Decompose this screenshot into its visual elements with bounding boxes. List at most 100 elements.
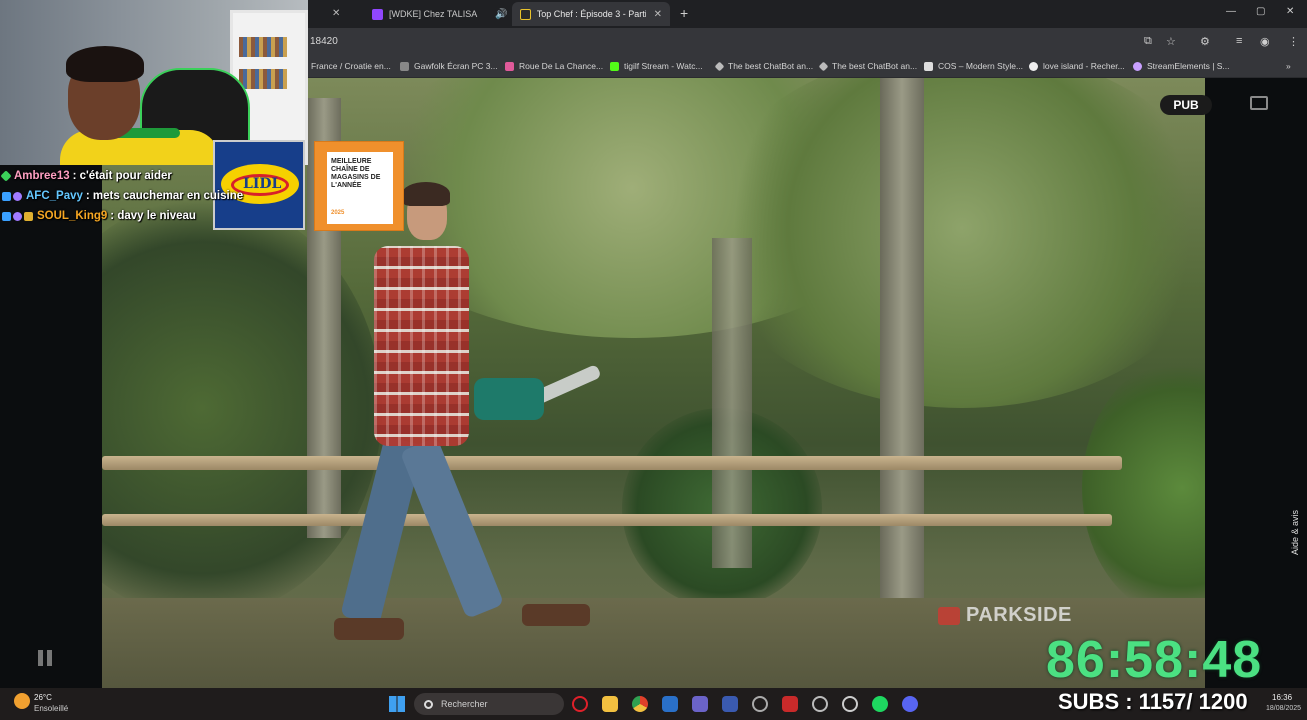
person-boot xyxy=(334,618,404,640)
badge-icon xyxy=(24,211,33,221)
sub-counter: SUBS : 1157/ 1200 xyxy=(1058,689,1248,714)
badge-icon xyxy=(2,211,11,221)
chainsaw-body xyxy=(474,378,544,420)
media-player-icon[interactable] xyxy=(842,696,858,712)
badge-icon xyxy=(0,170,12,182)
ad-badge: PUB xyxy=(1160,95,1212,115)
speaker-icon[interactable]: 🔊 xyxy=(495,9,507,20)
search-icon xyxy=(424,699,433,709)
bookmark-item[interactable]: StreamElements | S... xyxy=(1133,61,1230,71)
bookmark-item[interactable]: The best ChatBot an... xyxy=(714,61,813,71)
chrome-icon[interactable] xyxy=(632,696,648,712)
award-badge: MEILLEURE CHAÎNE DE MAGASINS DE L'ANNÉE … xyxy=(314,141,404,231)
weather-description[interactable]: Ensoleillé xyxy=(34,704,68,713)
taskbar-search[interactable]: Rechercher xyxy=(414,693,564,715)
chat-message: SOUL_King9 : davy le niveau xyxy=(2,206,262,226)
bookmarks-bar: France / Croatie en... Gawfolk Écran PC … xyxy=(308,56,1307,78)
bookmarks-overflow[interactable]: » xyxy=(1286,61,1291,71)
parkside-logo-icon xyxy=(938,606,960,625)
spotify-icon[interactable] xyxy=(872,696,888,712)
chat-username: AFC_Pavy xyxy=(26,190,83,202)
maximize-icon[interactable]: ▢ xyxy=(1256,6,1265,17)
cast-icon[interactable] xyxy=(1250,96,1268,110)
subathon-timer: 86:58:48 xyxy=(1046,631,1263,689)
chat-message: Ambree13 : c'était pour aider xyxy=(0,166,262,186)
twitch-icon xyxy=(372,8,383,20)
bookmark-icon xyxy=(818,61,829,71)
brand-watermark-text: PARKSIDE xyxy=(966,604,1072,626)
award-card: MEILLEURE CHAÎNE DE MAGASINS DE L'ANNÉE … xyxy=(327,152,393,224)
profile-icon[interactable]: ◉ xyxy=(1260,35,1270,48)
streamer-hair xyxy=(66,46,144,82)
app-icon[interactable] xyxy=(782,696,798,712)
discord-icon[interactable] xyxy=(902,696,918,712)
books xyxy=(239,69,287,89)
weather-sun-icon[interactable] xyxy=(14,693,30,709)
bookmark-item[interactable]: Roue De La Chance... xyxy=(505,61,603,71)
bookmark-item[interactable]: France / Croatie en... xyxy=(311,61,391,71)
foliage xyxy=(1082,358,1205,618)
windows-start-icon[interactable] xyxy=(389,696,405,712)
bookmark-item[interactable]: love island - Recher... xyxy=(1029,61,1125,71)
award-year: 2025 xyxy=(331,210,345,216)
outlook-icon[interactable] xyxy=(662,696,678,712)
app-icon[interactable] xyxy=(752,696,768,712)
bookmark-item[interactable]: COS – Modern Style... xyxy=(924,61,1023,71)
menu-icon[interactable]: ⋮ xyxy=(1288,35,1299,48)
bookmark-item[interactable]: tigilf Stream - Watc... xyxy=(610,61,703,71)
window-close-icon[interactable]: ✕ xyxy=(1286,6,1294,17)
books xyxy=(239,37,287,57)
person-hair xyxy=(402,182,450,206)
browser-tab-bar: ✕ [WDKE] Chez TALISA 🔊 ✕ Top Chef : Épis… xyxy=(308,0,1307,28)
badge-icon xyxy=(2,191,11,201)
badge-icon xyxy=(13,191,22,201)
chat-text: : mets cauchemar en cuisine xyxy=(85,190,244,202)
extensions-icon[interactable]: ⚙ xyxy=(1200,35,1210,48)
chat-overlay: Ambree13 : c'était pour aider AFC_Pavy :… xyxy=(0,166,262,226)
tab-topchef[interactable]: Top Chef : Épisode 3 - Partie 1 C ✕ xyxy=(512,2,670,26)
bookmark-item[interactable]: Gawfolk Écran PC 3... xyxy=(400,61,498,71)
bookmark-icon xyxy=(714,61,725,71)
clock-date[interactable]: 18/08/2025 xyxy=(1266,705,1301,712)
foliage xyxy=(702,78,1205,408)
tab-close-icon[interactable]: ✕ xyxy=(332,8,340,19)
opera-icon[interactable] xyxy=(572,696,588,712)
pause-icon[interactable] xyxy=(38,650,52,666)
app-icon[interactable] xyxy=(722,696,738,712)
fence-rail xyxy=(102,456,1122,470)
screen: PUB PARKSIDE Aide & avis ✕ [WDKE] Chez T… xyxy=(0,0,1307,720)
bookmark-icon xyxy=(400,61,409,71)
chat-message: AFC_Pavy : mets cauchemar en cuisine xyxy=(2,186,262,206)
file-explorer-icon[interactable] xyxy=(602,696,618,712)
install-app-icon[interactable]: ⧉ xyxy=(1144,35,1152,48)
fence-rail xyxy=(102,514,1112,526)
chat-text: : c'était pour aider xyxy=(72,170,172,182)
person-plaid-shirt-pattern xyxy=(374,246,469,446)
minimize-icon[interactable]: — xyxy=(1226,6,1236,17)
bookmark-item[interactable]: The best ChatBot an... xyxy=(818,61,917,71)
media-controls-icon[interactable]: ≡ xyxy=(1236,35,1242,47)
tab-label: [WDKE] Chez TALISA xyxy=(389,9,478,19)
new-tab-button[interactable]: + xyxy=(680,5,688,21)
bookmark-icon xyxy=(1133,61,1142,71)
url-field[interactable]: 18420 xyxy=(310,36,338,47)
bookmark-icon xyxy=(1029,61,1038,71)
clock-time[interactable]: 16:36 xyxy=(1272,693,1292,702)
tab-close-icon[interactable]: ✕ xyxy=(654,9,662,20)
weather-temperature[interactable]: 26°C xyxy=(34,693,52,702)
badge-icon xyxy=(13,211,22,221)
chat-text: : davy le niveau xyxy=(110,210,196,222)
address-bar: 18420 ⧉ ☆ ⚙ ≡ ◉ ⋮ xyxy=(308,28,1307,56)
chat-username: SOUL_King9 xyxy=(37,210,108,222)
bookmark-icon xyxy=(610,61,619,71)
app-icon[interactable] xyxy=(812,696,828,712)
bookmark-star-icon[interactable]: ☆ xyxy=(1166,35,1176,48)
bookmark-icon xyxy=(505,61,514,71)
teams-icon[interactable] xyxy=(692,696,708,712)
brand-watermark: PARKSIDE xyxy=(938,604,1072,627)
award-text: MEILLEURE CHAÎNE DE MAGASINS DE L'ANNÉE xyxy=(331,158,381,189)
topchef-icon xyxy=(520,8,531,20)
chat-username: Ambree13 xyxy=(14,170,70,182)
tab-twitch[interactable]: [WDKE] Chez TALISA 🔊 ✕ xyxy=(364,4,532,24)
feedback-link[interactable]: Aide & avis xyxy=(1290,510,1300,555)
